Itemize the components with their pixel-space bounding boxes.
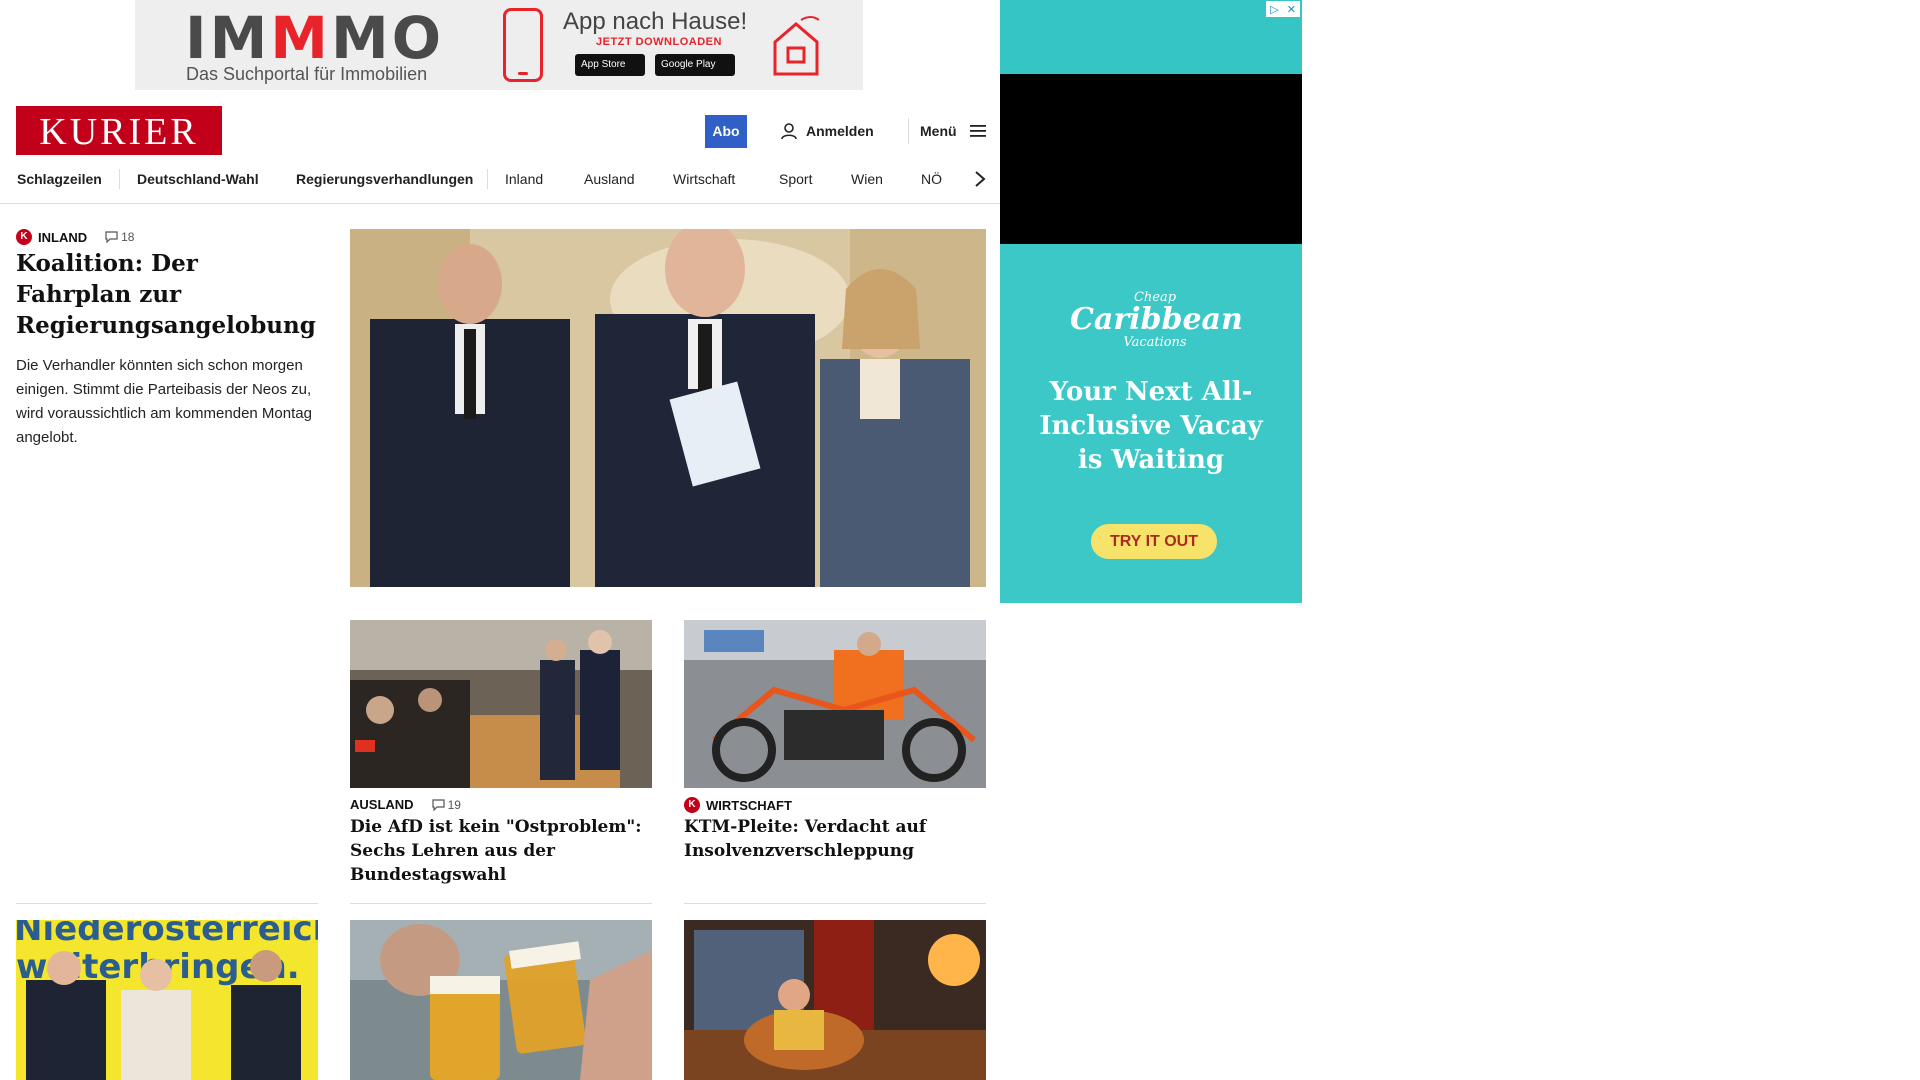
chevron-right-icon[interactable] [972,168,988,190]
story-image-ausland[interactable] [350,620,652,788]
nav-item-wirtschaft[interactable]: Wirtschaft [673,166,735,192]
nav-item-noe[interactable]: NÖ [921,166,942,192]
section-divider [350,903,652,904]
section-divider [684,903,986,904]
comment-icon [431,798,445,811]
nav-item-wien[interactable]: Wien [851,166,883,192]
ad-headline: App nach Hause! [563,8,748,35]
story-image-beer[interactable] [350,920,652,1080]
ad-cta: JETZT DOWNLOADEN [596,36,722,48]
google-play-badge[interactable]: Google Play [655,54,735,76]
story-category[interactable]: WIRTSCHAFT [706,798,792,813]
nav-item-regierungsverhandlungen[interactable]: Regierungsverhandlungen [296,166,473,192]
comment-count-value: 18 [121,230,135,244]
lead-category[interactable]: INLAND [38,230,87,245]
comment-count-value: 19 [447,797,461,812]
story-title[interactable]: Die AfD ist kein "Ostproblem": Sechs Leh… [350,815,650,887]
ad-top-strip [1000,0,1302,74]
ad-tagline: Das Suchportal für Immobilien [186,64,428,84]
house-icon [773,16,820,76]
hamburger-icon [969,125,986,137]
story-image-wirtschaft[interactable] [684,620,986,788]
lead-teaser[interactable]: Die Verhandler könnten sich schon morgen… [16,354,316,450]
kurier-plus-icon: K [16,229,32,245]
kurier-plus-icon: K [684,797,700,813]
nav-item-schlagzeilen[interactable]: Schlagzeilen [17,166,102,192]
story-meta-wirtschaft: K WIRTSCHAFT [684,797,792,813]
login-button[interactable]: Anmelden [780,118,874,144]
top-banner-ad[interactable]: IMMMO Das Suchportal für Immobilien App … [135,0,863,90]
lead-image[interactable] [350,229,986,587]
story-meta-ausland: AUSLAND 19 [350,797,461,812]
story-image-reading[interactable] [684,920,986,1080]
nav-separator [119,169,120,189]
lead-title[interactable]: Koalition: Der Fahrplan zur Regierungsan… [16,248,316,341]
header-divider [908,118,909,144]
story-image-noe[interactable]: Niederösterreich weiterbringen. [16,920,318,1080]
story-category[interactable]: AUSLAND [350,797,414,812]
nav-item-sport[interactable]: Sport [779,166,812,192]
ad-brand-logo: IMMMO [185,4,445,72]
kurier-logo[interactable]: KURIER [16,106,222,155]
menu-label: Menü [920,123,957,139]
try-it-out-button[interactable]: TRY IT OUT [1091,524,1217,559]
login-label: Anmelden [806,123,874,139]
comment-icon [105,231,118,243]
menu-button[interactable]: Menü [920,118,987,144]
ad-headline: Your Next All-Inclusive Vacay is Waiting [1039,377,1263,475]
nav-item-ausland[interactable]: Ausland [584,166,635,192]
section-nav: Schlagzeilen Deutschland-Wahl Regierungs… [0,166,1000,204]
phone-icon [503,8,543,82]
app-store-badge[interactable]: App Store [575,54,645,76]
side-ad[interactable]: ▷ ✕ Cheap Caribbean Vacations Your Next A… [1000,0,1302,603]
comment-count[interactable]: 18 [105,230,134,244]
abo-button[interactable]: Abo [705,115,747,148]
ad-brand: Cheap Caribbean Vacations [1070,290,1243,350]
ad-video[interactable] [1000,74,1302,244]
adchoices-icon[interactable]: ▷ ✕ [1266,1,1300,17]
user-icon [781,123,797,140]
nav-separator [487,169,488,189]
nav-item-deutschland-wahl[interactable]: Deutschland-Wahl [137,166,259,192]
section-divider [16,903,318,904]
poster-text: Niederösterreich [16,920,318,949]
nav-item-inland[interactable]: Inland [505,166,543,192]
lead-meta: K INLAND 18 [16,229,134,245]
comment-count[interactable]: 19 [431,797,461,812]
story-title[interactable]: KTM-Pleite: Verdacht auf Insolvenzversch… [684,815,984,863]
